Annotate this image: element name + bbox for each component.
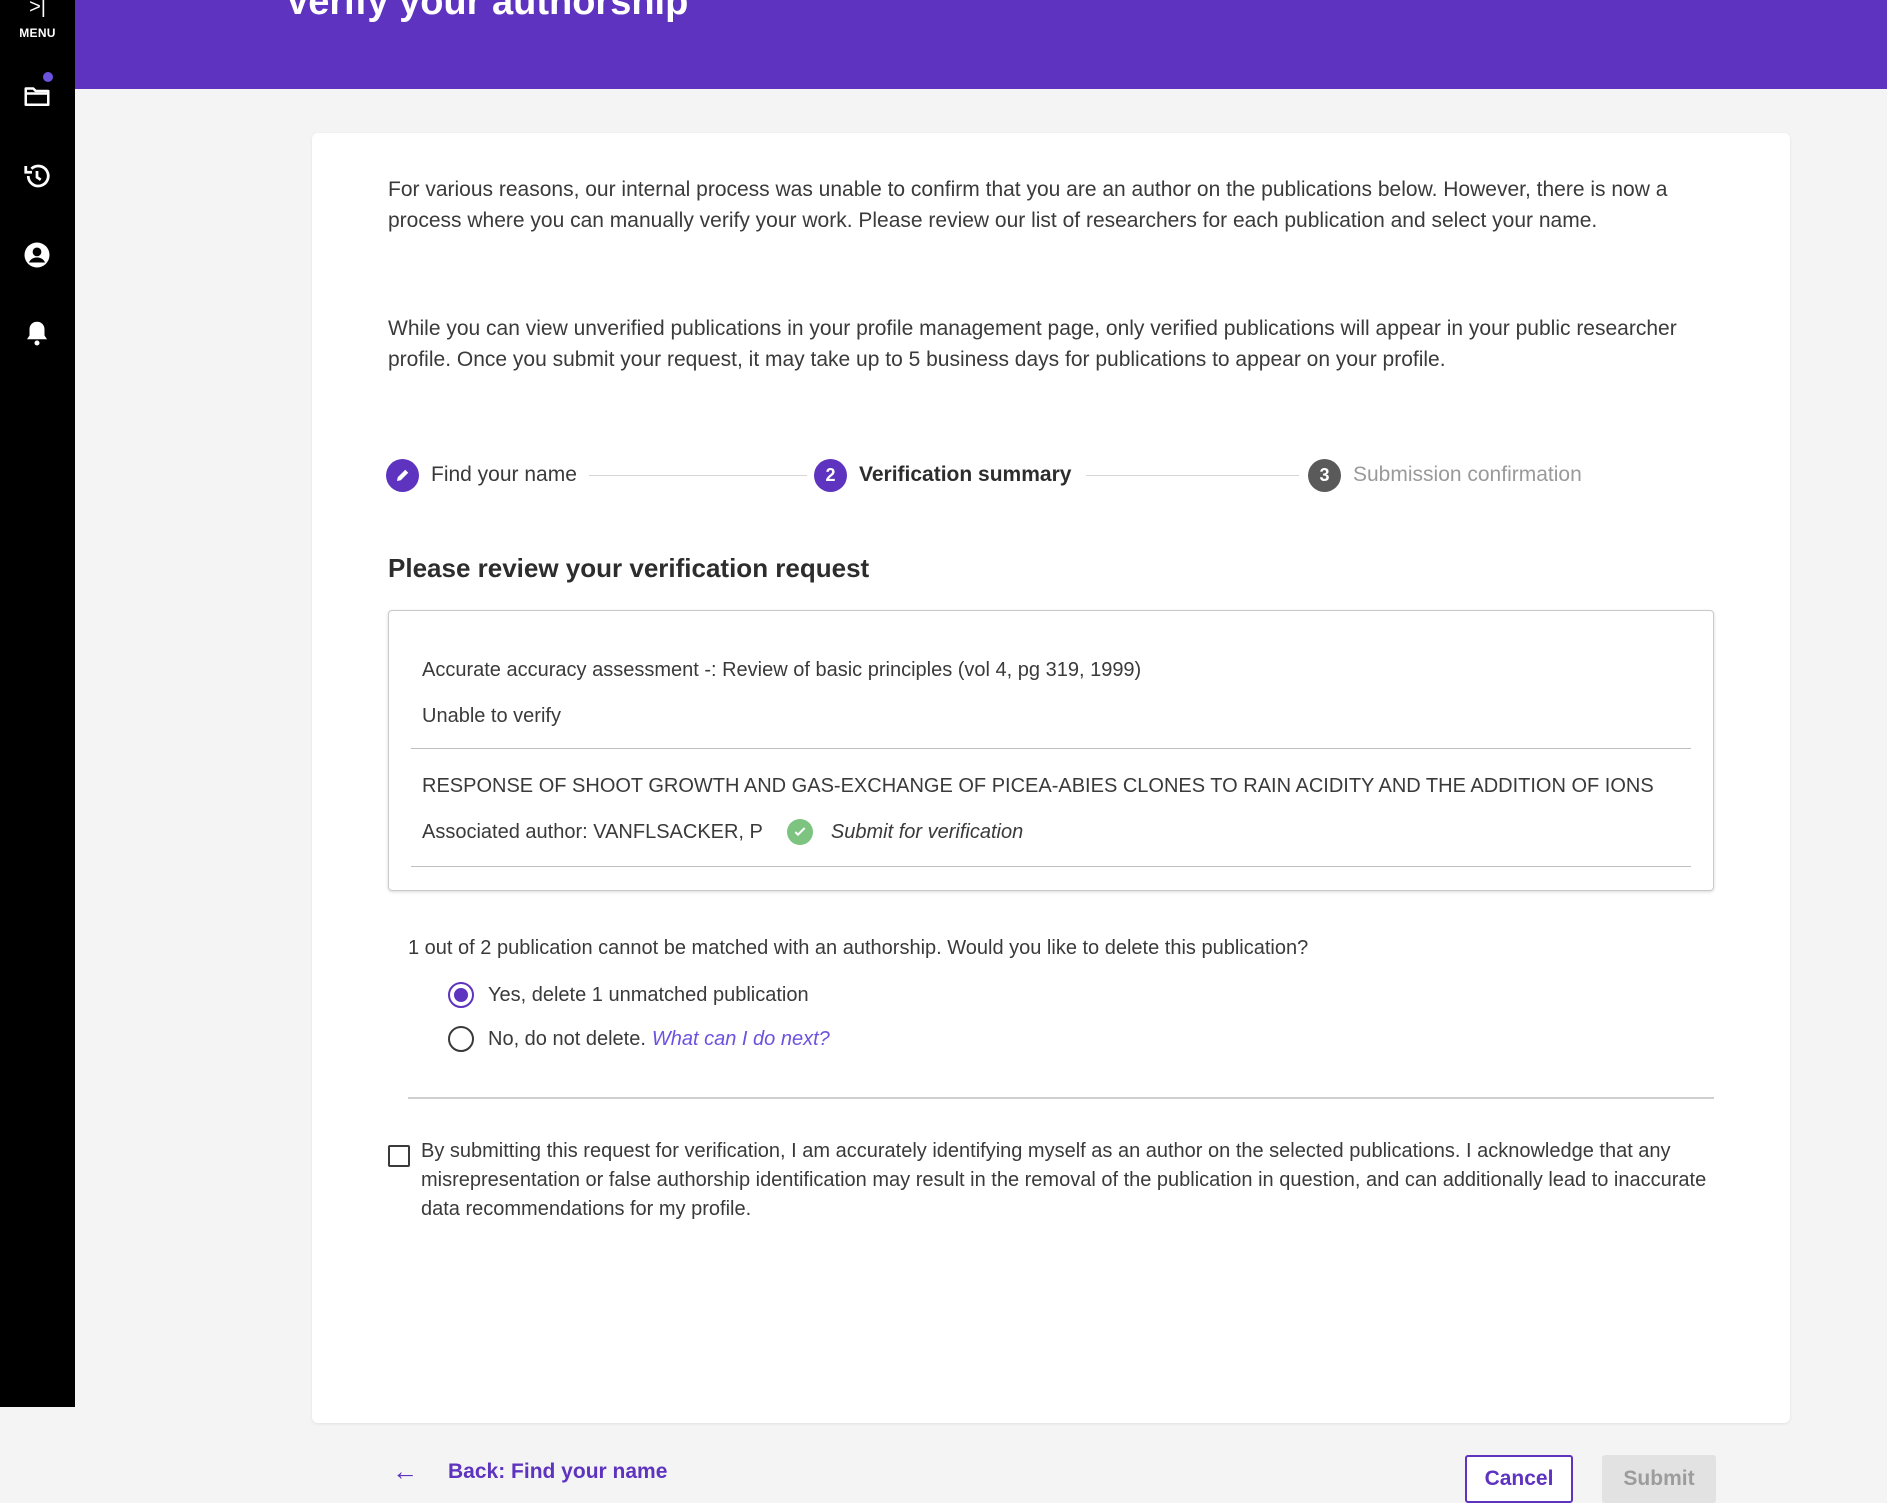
sidebar-item-folder[interactable] — [19, 78, 55, 114]
step-connector — [589, 475, 807, 476]
page-header: Verify your authorship — [75, 0, 1887, 89]
page-title: Verify your authorship — [285, 0, 689, 23]
sidebar-item-history[interactable] — [19, 158, 55, 194]
radio-label: Yes, delete 1 unmatched publication — [488, 983, 809, 1006]
back-button[interactable]: ← Back: Find your name — [388, 1456, 667, 1487]
associated-author: Associated author: VANFLSACKER, P — [422, 820, 763, 843]
radio-label: No, do not delete. — [488, 1027, 646, 1050]
radio-delete-no[interactable]: No, do not delete. What can I do next? — [448, 1026, 830, 1052]
edit-pencil-icon — [386, 458, 419, 492]
menu-toggle-button[interactable]: >| MENU — [0, 0, 75, 48]
progress-stepper: Find your name 2 Verification summary 3 … — [386, 455, 1696, 495]
account-icon — [24, 242, 50, 268]
publication-title: RESPONSE OF SHOOT GROWTH AND GAS-EXCHANG… — [422, 775, 1654, 797]
radio-delete-yes[interactable]: Yes, delete 1 unmatched publication — [448, 982, 809, 1008]
arrow-left-icon: ← — [392, 1456, 418, 1486]
step-number: 3 — [1308, 458, 1341, 492]
sidebar-item-account[interactable] — [19, 237, 55, 273]
acknowledgement-text: By submitting this request for verificat… — [421, 1140, 1707, 1220]
intro-paragraph-2: While you can view unverified publicatio… — [388, 317, 1677, 371]
sidebar: >| MENU — [0, 0, 75, 1407]
step-find-your-name[interactable]: Find your name — [386, 455, 577, 495]
step-submission-confirmation: 3 Submission confirmation — [1308, 455, 1582, 495]
publication-author-row: Associated author: VANFLSACKER, P Submit… — [422, 819, 1023, 845]
unmatched-question: 1 out of 2 publication cannot be matched… — [408, 937, 1309, 959]
step-number: 2 — [814, 458, 847, 492]
publication-status: Submit for verification — [830, 820, 1024, 843]
step-verification-summary: 2 Verification summary — [814, 455, 1071, 495]
sidebar-item-notifications[interactable] — [19, 315, 55, 351]
acknowledgement-checkbox[interactable] — [388, 1145, 410, 1167]
review-heading: Please review your verification request — [388, 553, 870, 583]
divider — [411, 866, 1691, 867]
bell-icon — [27, 321, 47, 346]
cancel-button[interactable]: Cancel — [1465, 1455, 1573, 1503]
publication-status: Unable to verify — [422, 705, 561, 727]
verification-card: For various reasons, our internal proces… — [312, 133, 1790, 1503]
step-connector — [1086, 475, 1299, 476]
step-label: Submission confirmation — [1353, 463, 1582, 486]
publication-title: Accurate accuracy assessment -: Review o… — [422, 659, 1142, 681]
radio-selected-icon[interactable] — [448, 982, 474, 1008]
step-label: Verification summary — [859, 463, 1072, 486]
notification-dot — [43, 72, 53, 82]
expand-menu-icon: >| — [29, 0, 46, 18]
history-icon — [24, 164, 50, 188]
submit-button[interactable]: Submit — [1602, 1455, 1716, 1503]
publication-list: Accurate accuracy assessment -: Review o… — [388, 610, 1714, 891]
verified-check-icon — [786, 819, 813, 845]
intro-paragraph-1: For various reasons, our internal proces… — [388, 178, 1668, 232]
section-divider — [408, 1097, 1714, 1099]
radio-unselected-icon[interactable] — [448, 1026, 474, 1052]
what-can-i-do-next-link[interactable]: What can I do next? — [652, 1028, 830, 1051]
back-label: Back: Find your name — [448, 1459, 668, 1483]
step-label: Find your name — [431, 463, 577, 486]
menu-label: MENU — [19, 26, 56, 40]
divider — [411, 748, 1691, 749]
folder-icon — [24, 87, 50, 106]
